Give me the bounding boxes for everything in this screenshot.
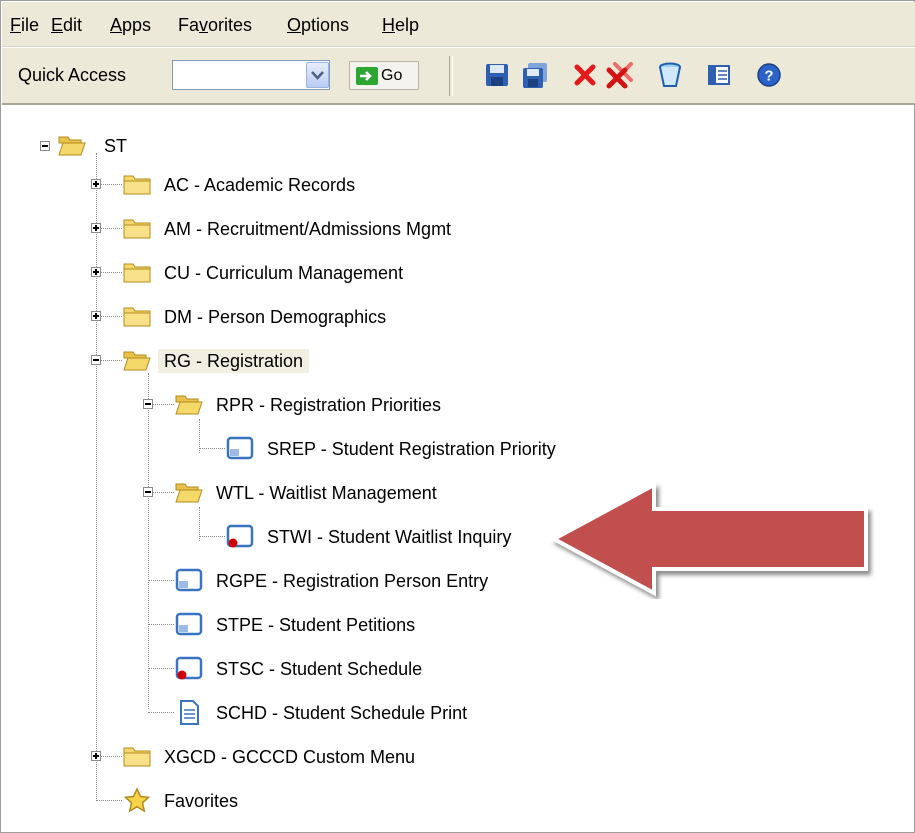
collapse-toggle-rg[interactable] bbox=[91, 355, 101, 365]
collapse-toggle-rpr[interactable] bbox=[143, 399, 153, 409]
tree-node-label: Favorites bbox=[164, 791, 239, 811]
expand-toggle-am[interactable] bbox=[91, 223, 101, 233]
list-icon bbox=[708, 65, 730, 85]
menu-favorites[interactable]: Favorites bbox=[178, 15, 252, 36]
tree-node-label: RG - Registration bbox=[158, 349, 310, 373]
folder-icon bbox=[123, 747, 151, 767]
cancel-icon bbox=[574, 64, 596, 86]
tree-node-label: ST bbox=[104, 136, 128, 156]
menu-apps[interactable]: Apps bbox=[110, 15, 151, 36]
tree-line bbox=[96, 153, 97, 801]
tree-line bbox=[148, 373, 149, 709]
help-button[interactable]: ? bbox=[755, 61, 783, 89]
expand-toggle-cu[interactable] bbox=[91, 267, 101, 277]
tree-line bbox=[148, 580, 174, 581]
tree-node-label: XGCD - GCCCD Custom Menu bbox=[164, 747, 416, 767]
folder-icon bbox=[123, 175, 151, 195]
save-all-icon bbox=[523, 63, 547, 88]
folder-open-icon bbox=[175, 395, 203, 415]
tree-node-label: DM - Person Demographics bbox=[164, 307, 387, 327]
inquiry-form-icon bbox=[175, 656, 203, 680]
tree-line bbox=[148, 668, 174, 669]
save-all-button[interactable] bbox=[521, 61, 549, 89]
expand-toggle-ac[interactable] bbox=[91, 179, 101, 189]
quick-access-label: Quick Access bbox=[18, 65, 127, 85]
report-icon bbox=[180, 700, 199, 725]
tree-node-label: RGPE - Registration Person Entry bbox=[216, 571, 489, 591]
cancel-all-button[interactable] bbox=[606, 61, 634, 89]
toolbar-separator bbox=[449, 56, 453, 96]
expand-toggle-dm[interactable] bbox=[91, 311, 101, 321]
folder-icon bbox=[123, 263, 151, 283]
svg-text:?: ? bbox=[764, 68, 773, 85]
tree-node-label: RPR - Registration Priorities bbox=[216, 395, 442, 415]
folder-open-icon bbox=[58, 136, 86, 156]
tree-line bbox=[199, 536, 225, 537]
go-arrow-icon bbox=[356, 67, 378, 85]
cancel-button[interactable] bbox=[571, 61, 599, 89]
menu-file[interactable]: File bbox=[10, 15, 39, 36]
go-button[interactable]: Go bbox=[349, 61, 419, 90]
tree-node-label: STPE - Student Petitions bbox=[216, 615, 416, 635]
tree-node-label: AM - Recruitment/Admissions Mgmt bbox=[164, 219, 452, 239]
form-icon bbox=[226, 436, 254, 460]
collapse-toggle-wtl[interactable] bbox=[143, 487, 153, 497]
save-button[interactable] bbox=[483, 61, 511, 89]
menu-tree: ST AC - Academic Records AM - Recruitmen… bbox=[2, 107, 915, 833]
folder-icon bbox=[123, 219, 151, 239]
folder-open-icon bbox=[123, 351, 151, 371]
collapse-toggle-st[interactable] bbox=[40, 141, 50, 151]
save-icon bbox=[486, 64, 508, 86]
tree-node-label: STSC - Student Schedule bbox=[216, 659, 423, 679]
tree-line bbox=[199, 448, 225, 449]
form-icon bbox=[175, 568, 203, 592]
tree-line bbox=[96, 800, 122, 801]
go-button-label: Go bbox=[381, 67, 403, 84]
help-icon: ? bbox=[757, 63, 781, 87]
star-icon bbox=[123, 787, 151, 813]
form-icon bbox=[175, 612, 203, 636]
tree-node-label: CU - Curriculum Management bbox=[164, 263, 404, 283]
menu-help[interactable]: Help bbox=[382, 15, 419, 36]
menu-options[interactable]: Options bbox=[287, 15, 349, 36]
inquiry-form-icon bbox=[226, 524, 254, 548]
tree-node-label: WTL - Waitlist Management bbox=[216, 483, 437, 503]
toolbar: Quick Access Go ? bbox=[2, 47, 915, 105]
clear-icon bbox=[659, 62, 681, 87]
menu-bar: File Edit Apps Favorites Options Help bbox=[2, 2, 915, 47]
tree-node-label: AC - Academic Records bbox=[164, 175, 356, 195]
list-button[interactable] bbox=[705, 61, 733, 89]
tree-node-label: SCHD - Student Schedule Print bbox=[216, 703, 468, 723]
menu-edit[interactable]: Edit bbox=[51, 15, 82, 36]
clear-button[interactable] bbox=[656, 61, 684, 89]
cancel-all-icon bbox=[606, 62, 633, 89]
app-window: File Edit Apps Favorites Options Help Qu… bbox=[0, 0, 915, 833]
tree-line bbox=[148, 624, 174, 625]
folder-open-icon bbox=[175, 483, 203, 503]
expand-toggle-xgcd[interactable] bbox=[91, 751, 101, 761]
tree-line bbox=[148, 712, 174, 713]
chevron-down-icon bbox=[311, 71, 324, 80]
folder-icon bbox=[123, 307, 151, 327]
tree-node-label: SREP - Student Registration Priority bbox=[267, 439, 556, 459]
quick-access-dropdown-button[interactable] bbox=[306, 62, 329, 88]
callout-arrow-icon bbox=[549, 481, 868, 597]
tree-node-label: STWI - Student Waitlist Inquiry bbox=[267, 527, 512, 547]
